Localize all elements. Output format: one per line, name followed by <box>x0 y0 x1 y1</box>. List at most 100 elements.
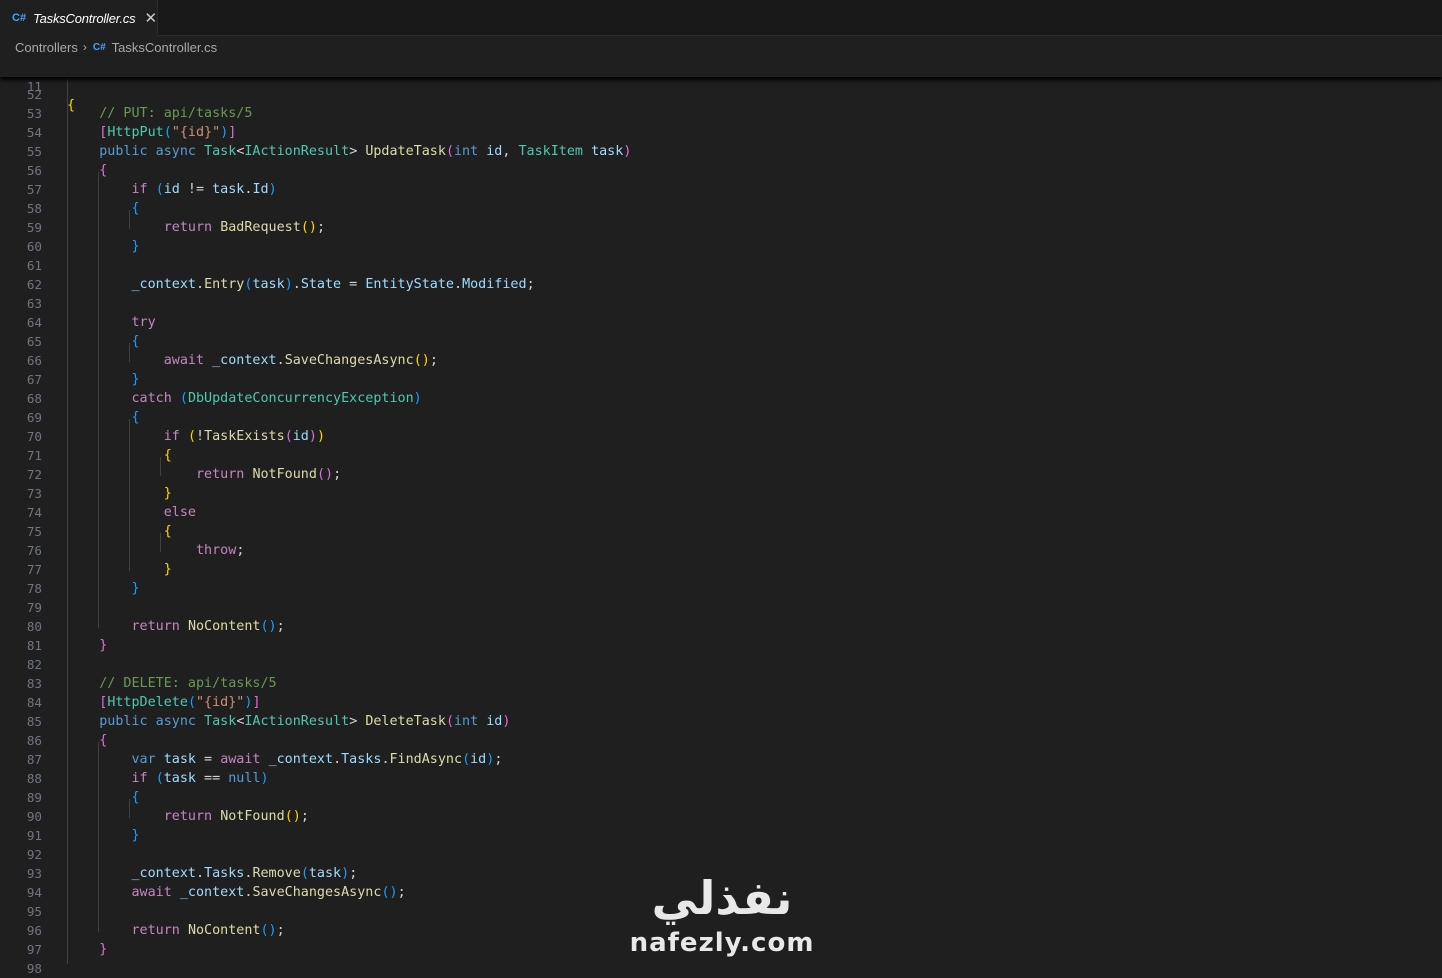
code-text: await _context.SaveChangesAsync(); <box>67 351 438 370</box>
code-text: { <box>67 332 139 351</box>
code-token: Tasks <box>204 866 245 881</box>
code-line[interactable]: 65 { <box>0 332 1442 351</box>
code-text: return NoContent(); <box>67 617 284 636</box>
code-line[interactable]: 81 } <box>0 636 1442 655</box>
code-token: ( <box>284 429 293 444</box>
code-line[interactable]: 86 { <box>0 731 1442 750</box>
code-token: ) <box>502 714 511 729</box>
code-text: [HttpDelete("{id}")] <box>67 693 261 712</box>
code-text: { <box>67 408 139 427</box>
code-line[interactable]: 66 await _context.SaveChangesAsync(); <box>0 351 1442 370</box>
code-line[interactable]: 90 return NotFound(); <box>0 807 1442 826</box>
code-token: = <box>196 752 221 767</box>
code-line[interactable]: 70 if (!TaskExists(id)) <box>0 427 1442 446</box>
code-token: var <box>67 752 164 767</box>
line-number: 97 <box>26 942 42 957</box>
code-line[interactable]: 60 } <box>0 237 1442 256</box>
code-line[interactable]: 55 public async Task<IActionResult> Upda… <box>0 142 1442 161</box>
code-line[interactable]: 69 { <box>0 408 1442 427</box>
code-line[interactable]: 54 [HttpPut("{id}")] <box>0 123 1442 142</box>
code-token: int <box>454 144 487 159</box>
code-line[interactable]: 92 <box>0 845 1442 864</box>
code-token: _context <box>212 353 277 368</box>
code-line[interactable]: 82 <box>0 655 1442 674</box>
code-line[interactable]: 67 } <box>0 370 1442 389</box>
code-text: } <box>67 579 139 598</box>
code-token: ; <box>526 277 535 292</box>
code-token: FindAsync <box>389 752 463 767</box>
code-text: _context.Entry(task).State = EntityState… <box>67 275 535 294</box>
code-line[interactable]: 58 { <box>0 199 1442 218</box>
code-text: return NotFound(); <box>67 465 341 484</box>
code-token: } <box>67 828 140 843</box>
code-line[interactable]: 78 } <box>0 579 1442 598</box>
close-icon[interactable]: ✕ <box>144 9 157 27</box>
code-line[interactable]: 59 return BadRequest(); <box>0 218 1442 237</box>
line-number: 64 <box>26 315 42 330</box>
breadcrumb-folder[interactable]: Controllers <box>15 40 78 55</box>
code-token: () <box>260 923 277 938</box>
code-line[interactable]: 61 <box>0 256 1442 275</box>
line-number: 57 <box>26 182 42 197</box>
code-token: ) <box>623 144 632 159</box>
code-token: _context <box>179 885 245 900</box>
code-token: "{id}" <box>171 125 221 140</box>
code-line[interactable]: 64 try <box>0 313 1442 332</box>
code-token: DbUpdateConcurrencyException <box>187 391 414 406</box>
code-token: { <box>67 733 108 748</box>
code-line[interactable]: 63 <box>0 294 1442 313</box>
code-line[interactable]: 72 return NotFound(); <box>0 465 1442 484</box>
code-text: return NoContent(); <box>67 921 284 940</box>
code-token: return <box>67 619 188 634</box>
breadcrumb-file[interactable]: TasksController.cs <box>112 40 217 55</box>
code-line[interactable]: 85 public async Task<IActionResult> Dele… <box>0 712 1442 731</box>
line-number: 93 <box>26 866 42 881</box>
code-token: > <box>349 144 366 159</box>
code-token: ( <box>163 125 172 140</box>
code-line[interactable]: 89 { <box>0 788 1442 807</box>
code-token: ; <box>236 543 245 558</box>
nafezly-watermark-logo: نفذلي nafezly.com <box>622 868 822 964</box>
code-line[interactable]: 76 throw; <box>0 541 1442 560</box>
code-token: IActionResult <box>244 144 350 159</box>
tab-taskscontroller[interactable]: C# TasksController.cs ✕ <box>0 0 158 36</box>
code-line[interactable]: 68 catch (DbUpdateConcurrencyException) <box>0 389 1442 408</box>
code-token: { <box>67 448 172 463</box>
code-line[interactable]: 80 return NoContent(); <box>0 617 1442 636</box>
code-token: ( <box>300 866 309 881</box>
code-line[interactable]: 79 <box>0 598 1442 617</box>
code-line[interactable]: 83 // DELETE: api/tasks/5 <box>0 674 1442 693</box>
code-line[interactable]: 87 var task = await _context.Tasks.FindA… <box>0 750 1442 769</box>
code-line[interactable]: 62 _context.Entry(task).State = EntitySt… <box>0 275 1442 294</box>
code-line[interactable]: 77 } <box>0 560 1442 579</box>
code-line[interactable]: 73 } <box>0 484 1442 503</box>
line-number: 76 <box>26 543 42 558</box>
code-token: . <box>333 752 342 767</box>
sticky-scroll-header[interactable]: 11 { <box>0 58 1442 113</box>
code-line[interactable]: 52 <box>0 85 1442 104</box>
code-text: return BadRequest(); <box>67 218 325 237</box>
watermark-arabic-text: نفذلي <box>651 871 793 925</box>
code-token: , <box>502 144 519 159</box>
code-token: ] <box>252 695 261 710</box>
code-line[interactable]: 56 { <box>0 161 1442 180</box>
code-token: } <box>67 486 172 501</box>
code-token: } <box>67 562 172 577</box>
code-token: } <box>67 638 108 653</box>
code-editor[interactable]: 52 53 // PUT: api/tasks/5 54 [HttpPut("{id… <box>0 77 1442 976</box>
code-line[interactable]: 74 else <box>0 503 1442 522</box>
code-token: Tasks <box>341 752 382 767</box>
line-number: 80 <box>26 619 42 634</box>
code-line[interactable]: 71 { <box>0 446 1442 465</box>
code-line[interactable]: 91 } <box>0 826 1442 845</box>
code-line[interactable]: 84 [HttpDelete("{id}")] <box>0 693 1442 712</box>
line-number: 60 <box>26 239 42 254</box>
code-token: { <box>67 201 140 216</box>
code-line[interactable]: 57 if (id != task.Id) <box>0 180 1442 199</box>
code-line[interactable]: 53 // PUT: api/tasks/5 <box>0 104 1442 123</box>
line-number: 79 <box>26 600 42 615</box>
code-token: NotFound <box>252 467 317 482</box>
code-line[interactable]: 75 { <box>0 522 1442 541</box>
code-text: } <box>67 940 107 959</box>
code-line[interactable]: 88 if (task == null) <box>0 769 1442 788</box>
